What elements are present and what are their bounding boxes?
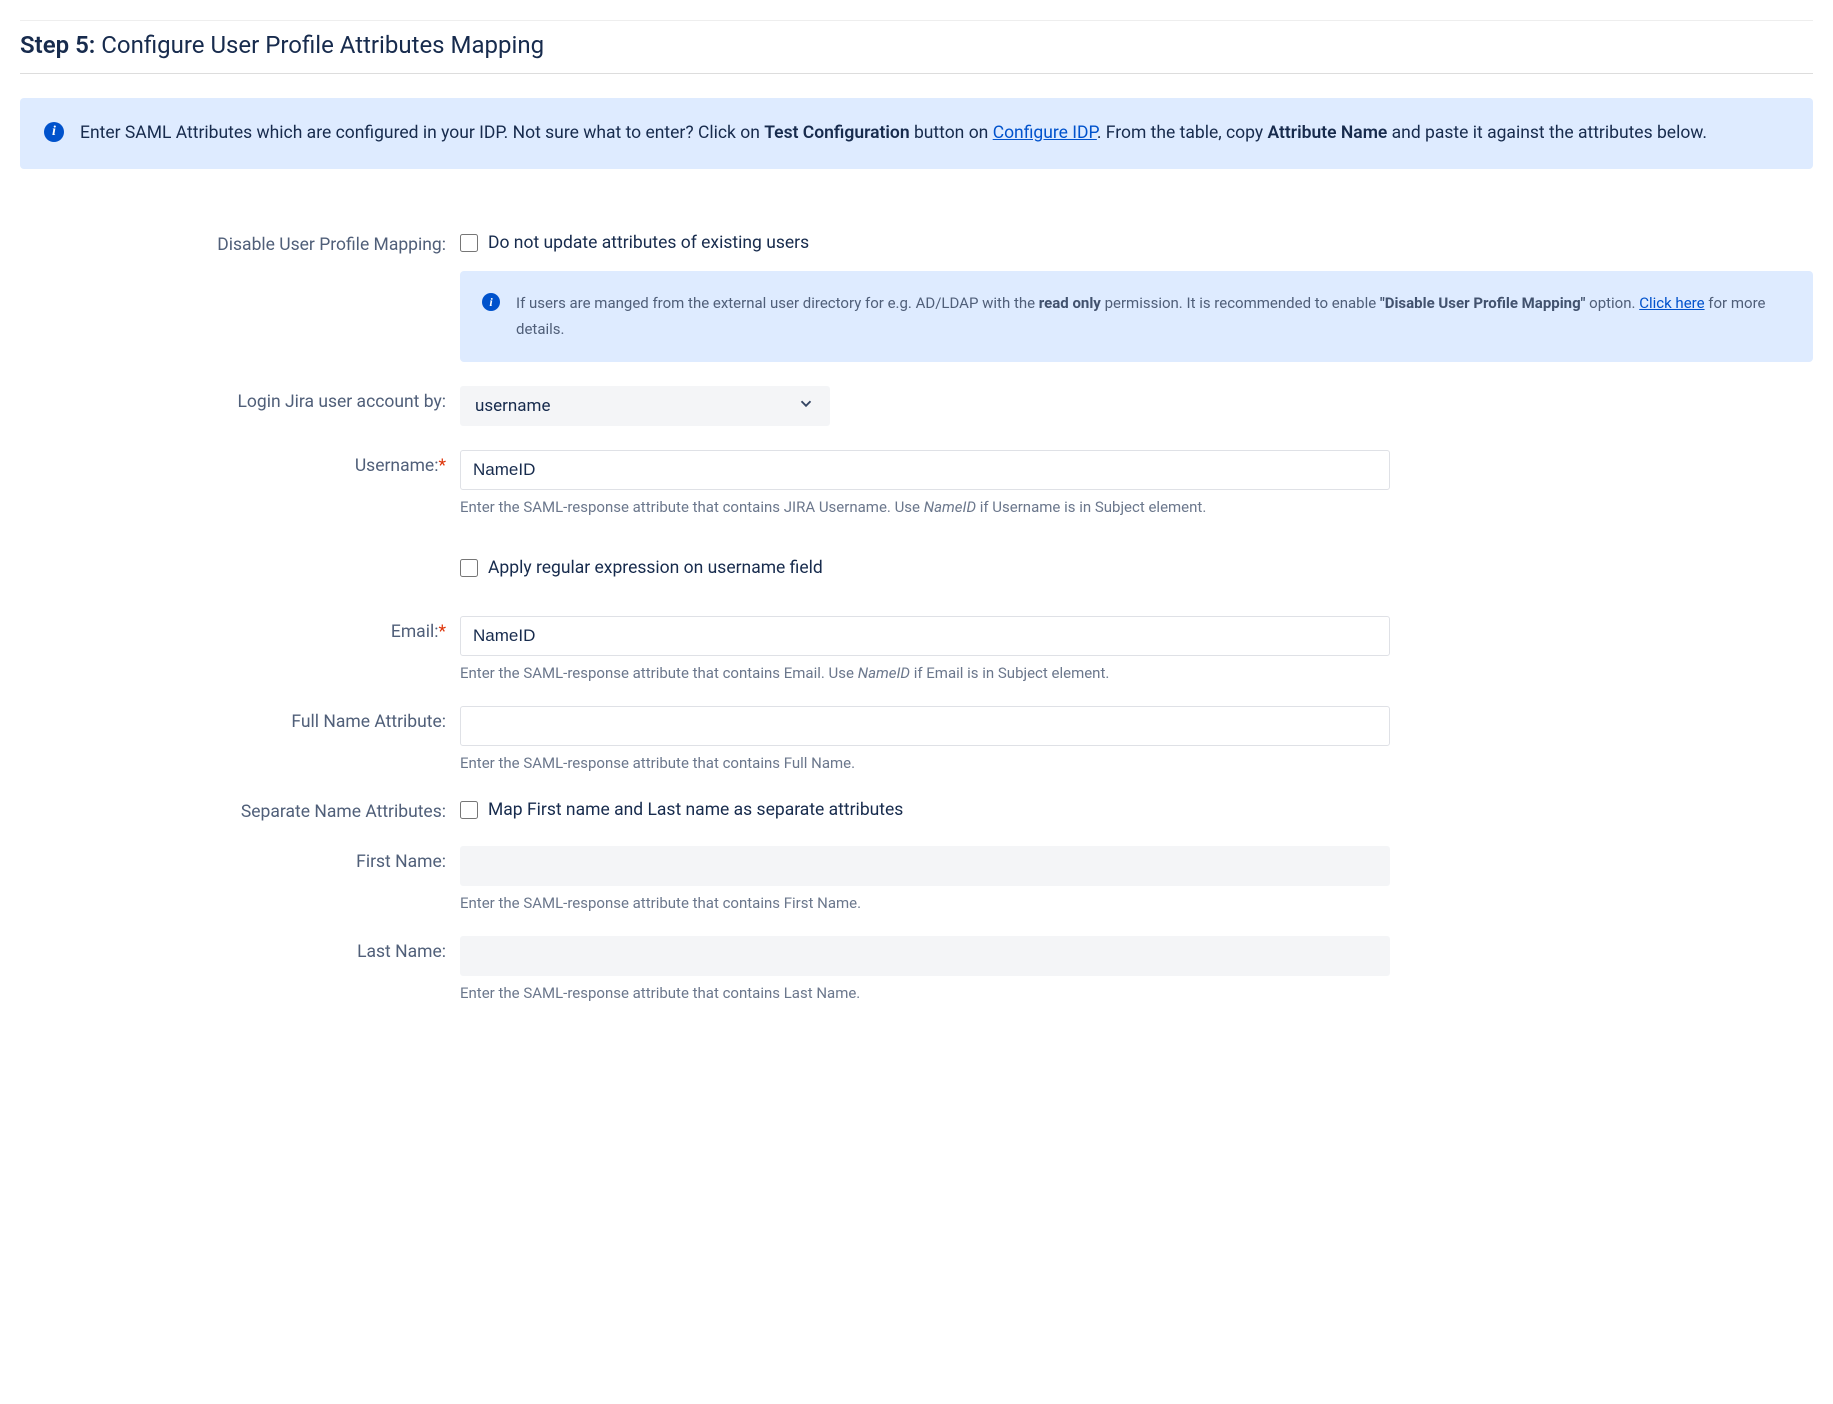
info-attr-name: Attribute Name bbox=[1268, 123, 1388, 143]
disable-mapping-checkbox-label: Do not update attributes of existing use… bbox=[488, 233, 809, 253]
regex-checkbox-label: Apply regular expression on username fie… bbox=[488, 558, 823, 578]
info-icon: i bbox=[482, 293, 500, 311]
lastname-input bbox=[460, 936, 1390, 976]
inner-info-panel: i If users are manged from the external … bbox=[460, 271, 1813, 362]
info-test-config: Test Configuration bbox=[764, 123, 909, 143]
fullname-hint: Enter the SAML-response attribute that c… bbox=[460, 754, 1813, 772]
email-hint-2: if Email is in Subject element. bbox=[910, 664, 1109, 682]
username-hint-2: if Username is in Subject element. bbox=[976, 498, 1206, 516]
inner-info-disable-map: "Disable User Profile Mapping" bbox=[1380, 294, 1585, 312]
email-input[interactable] bbox=[460, 616, 1390, 656]
inner-info-readonly: read only bbox=[1039, 294, 1101, 312]
step-number: Step 5: bbox=[20, 31, 95, 59]
label-email: Email:* bbox=[60, 616, 460, 642]
email-hint: Enter the SAML-response attribute that c… bbox=[460, 664, 1813, 682]
username-hint: Enter the SAML-response attribute that c… bbox=[460, 498, 1813, 516]
info-text-3: . From the table, copy bbox=[1097, 123, 1268, 143]
label-fullname: Full Name Attribute: bbox=[60, 706, 460, 732]
info-panel-main: i Enter SAML Attributes which are config… bbox=[20, 98, 1813, 169]
login-by-value: username bbox=[475, 396, 550, 416]
firstname-input bbox=[460, 846, 1390, 886]
label-username: Username:* bbox=[60, 450, 460, 476]
username-input[interactable] bbox=[460, 450, 1390, 490]
email-hint-ital: NameID bbox=[858, 664, 910, 682]
disable-mapping-checkbox[interactable] bbox=[460, 234, 478, 252]
fullname-input[interactable] bbox=[460, 706, 1390, 746]
step-header: Step 5: Configure User Profile Attribute… bbox=[20, 20, 1813, 74]
label-lastname: Last Name: bbox=[60, 936, 460, 962]
separate-names-checkbox-label: Map First name and Last name as separate… bbox=[488, 800, 903, 820]
label-username-text: Username: bbox=[355, 456, 439, 476]
configure-idp-link[interactable]: Configure IDP bbox=[993, 123, 1097, 143]
login-by-select[interactable]: username bbox=[460, 386, 830, 426]
label-separate: Separate Name Attributes: bbox=[60, 796, 460, 822]
inner-info-3: option. bbox=[1585, 294, 1639, 312]
info-text-4: and paste it against the attributes belo… bbox=[1387, 123, 1707, 143]
lastname-hint: Enter the SAML-response attribute that c… bbox=[460, 984, 1813, 1002]
inner-info-2: permission. It is recommended to enable bbox=[1101, 294, 1380, 312]
info-text-2: button on bbox=[910, 123, 993, 143]
username-hint-ital: NameID bbox=[924, 498, 976, 516]
label-login-by: Login Jira user account by: bbox=[60, 386, 460, 412]
firstname-hint: Enter the SAML-response attribute that c… bbox=[460, 894, 1813, 912]
username-hint-1: Enter the SAML-response attribute that c… bbox=[460, 498, 924, 516]
info-text-1: Enter SAML Attributes which are configur… bbox=[80, 123, 764, 143]
required-asterisk: * bbox=[438, 456, 446, 476]
inner-info-link[interactable]: Click here bbox=[1639, 294, 1704, 312]
label-email-text: Email: bbox=[391, 622, 439, 642]
step-title: Configure User Profile Attributes Mappin… bbox=[101, 31, 544, 59]
regex-checkbox[interactable] bbox=[460, 559, 478, 577]
label-firstname: First Name: bbox=[60, 846, 460, 872]
inner-info-1: If users are manged from the external us… bbox=[516, 294, 1039, 312]
info-icon: i bbox=[44, 122, 64, 142]
email-hint-1: Enter the SAML-response attribute that c… bbox=[460, 664, 858, 682]
chevron-down-icon bbox=[797, 395, 815, 418]
required-asterisk: * bbox=[438, 622, 446, 642]
label-disable-mapping: Disable User Profile Mapping: bbox=[60, 229, 460, 255]
separate-names-checkbox[interactable] bbox=[460, 801, 478, 819]
